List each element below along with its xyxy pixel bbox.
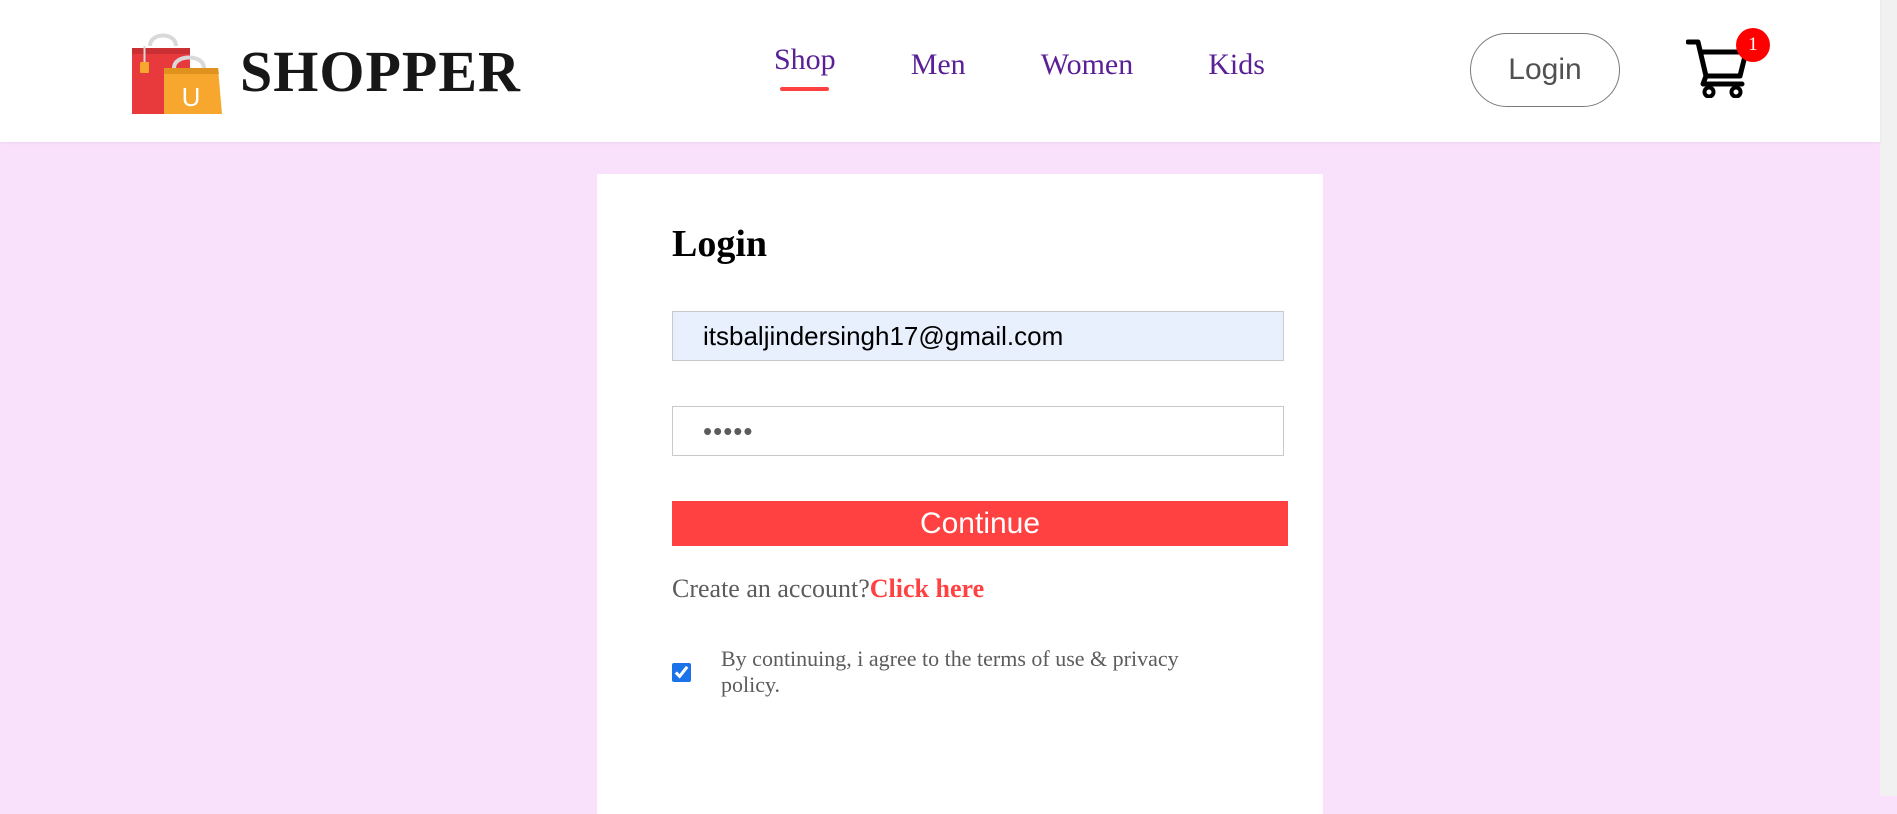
create-account-link[interactable]: Click here <box>870 574 984 603</box>
nav-item-label: Women <box>1040 48 1134 81</box>
terms-agreement: By continuing, i agree to the terms of u… <box>672 646 1232 698</box>
create-account-text: Create an account? <box>672 574 870 603</box>
navbar: U SHOPPER Shop Men Women Kids Login 1 <box>0 0 1880 142</box>
email-field[interactable] <box>672 311 1284 361</box>
nav-item-shop[interactable]: Shop <box>774 43 836 91</box>
nav-item-label: Shop <box>774 43 836 76</box>
terms-text: By continuing, i agree to the terms of u… <box>721 646 1179 697</box>
header-login-button[interactable]: Login <box>1470 33 1620 107</box>
svg-text:U: U <box>182 82 201 112</box>
continue-button[interactable]: Continue <box>672 501 1288 546</box>
password-field[interactable] <box>672 406 1284 456</box>
brand-name: SHOPPER <box>240 38 521 104</box>
shopping-bag-icon: U <box>132 33 222 114</box>
login-card: Login Continue Create an account?Click h… <box>597 174 1323 814</box>
nav-menu: Shop Men Women Kids <box>774 43 1340 91</box>
nav-item-men[interactable]: Men <box>911 48 966 82</box>
nav-item-label: Men <box>910 48 966 81</box>
nav-item-kids[interactable]: Kids <box>1208 48 1265 82</box>
terms-checkbox[interactable] <box>672 662 691 682</box>
nav-item-women[interactable]: Women <box>1041 48 1134 82</box>
active-underline <box>780 87 829 91</box>
create-account-prompt: Create an account?Click here <box>672 574 984 604</box>
brand-logo[interactable]: U SHOPPER <box>130 28 521 114</box>
page-scrollbar[interactable] <box>1880 0 1897 796</box>
nav-item-label: Kids <box>1208 48 1265 81</box>
login-title: Login <box>672 223 768 265</box>
cart-count-badge: 1 <box>1736 28 1770 62</box>
